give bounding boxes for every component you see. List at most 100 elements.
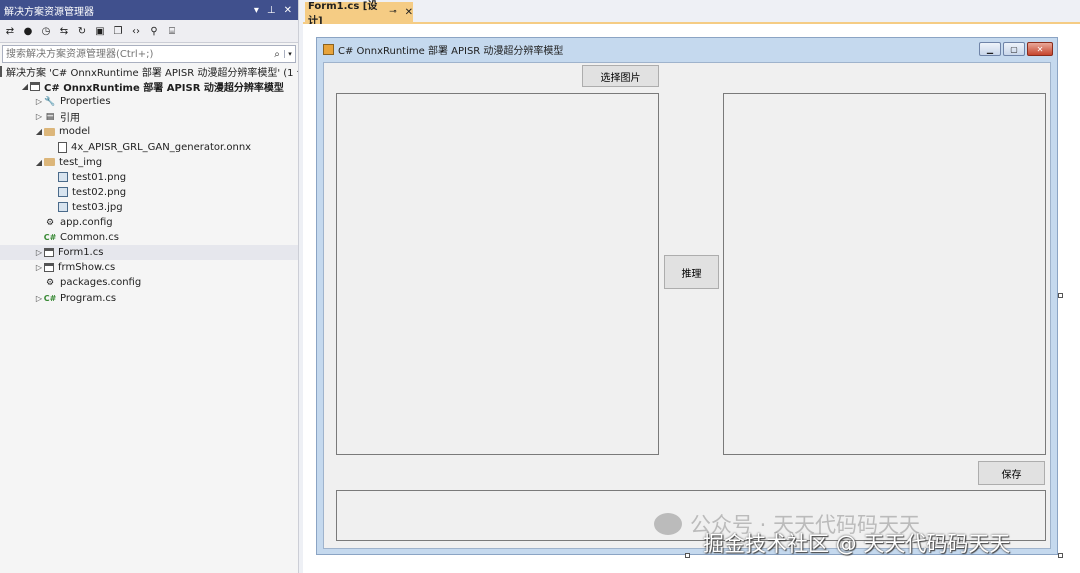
properties-icon[interactable]: ⚲ bbox=[148, 25, 160, 37]
image-icon bbox=[58, 187, 68, 198]
tree-item[interactable]: ⚙ packages.config bbox=[0, 275, 298, 290]
tab-label: Form1.cs [设计] bbox=[308, 1, 378, 27]
tree-item-label: Program.cs bbox=[60, 292, 117, 304]
tree-item-label: frmShow.cs bbox=[58, 262, 116, 274]
close-icon[interactable]: ✕ bbox=[1027, 42, 1053, 56]
solution-search-box[interactable]: ⌕ ▾ bbox=[2, 45, 296, 63]
tree-item[interactable]: ▷ 🔧 Properties bbox=[0, 94, 298, 109]
panel-close-icon[interactable]: ✕ bbox=[284, 5, 292, 16]
form-icon bbox=[44, 263, 54, 273]
tree-item[interactable]: test03.jpg bbox=[0, 200, 298, 215]
project-icon bbox=[30, 82, 40, 92]
history-icon[interactable]: ◷ bbox=[40, 25, 52, 37]
tab-pin-icon[interactable]: ⊸ bbox=[389, 7, 397, 17]
form-window-buttons: ▁ ▢ ✕ bbox=[979, 42, 1053, 56]
form-title: C# OnnxRuntime 部署 APISR 动漫超分辨率模型 bbox=[338, 45, 564, 57]
tree-item[interactable]: ⚙ app.config bbox=[0, 215, 298, 230]
tree-item[interactable]: ▷ frmShow.cs bbox=[0, 260, 298, 275]
image-icon bbox=[58, 172, 68, 183]
tree-item-label: test_img bbox=[59, 156, 103, 168]
watermark-juejin: 掘金技术社区 @ 天天代码码天天 bbox=[703, 532, 1011, 556]
document-tab-bar: Form1.cs [设计] ⊸ ✕ bbox=[303, 0, 1080, 27]
tree-item[interactable]: test02.png bbox=[0, 185, 298, 200]
config-icon: ⚙ bbox=[45, 217, 55, 228]
wechat-icon bbox=[654, 513, 682, 535]
tree-item[interactable]: C# Common.cs bbox=[0, 230, 298, 245]
switch-views-icon[interactable]: ⇄ bbox=[4, 25, 16, 37]
tree-item[interactable]: 4x_APISR_GRL_GAN_generator.onnx bbox=[0, 140, 298, 155]
tree-item-label: Form1.cs bbox=[58, 247, 104, 259]
infer-button[interactable]: 推理 bbox=[664, 255, 719, 289]
tree-item-label: app.config bbox=[60, 217, 113, 228]
designer-surface: C# OnnxRuntime 部署 APISR 动漫超分辨率模型 ▁ ▢ ✕ 选… bbox=[303, 24, 1080, 573]
search-options-dropdown-icon[interactable]: ▾ bbox=[284, 50, 295, 58]
tree-item[interactable]: ◢ model bbox=[0, 124, 298, 139]
resize-handle-corner[interactable] bbox=[1058, 553, 1063, 558]
save-button[interactable]: 保存 bbox=[978, 461, 1045, 485]
solution-explorer-titlebar: 解决方案资源管理器 ▾ ⊥ ✕ bbox=[0, 0, 298, 20]
expander-icon[interactable]: ▷ bbox=[34, 97, 44, 106]
tree-item-label: test02.png bbox=[72, 186, 127, 198]
tree-item-label: packages.config bbox=[60, 277, 142, 289]
solution-explorer-title: 解决方案资源管理器 bbox=[4, 6, 94, 18]
tree-item-label: 解决方案 'C# OnnxRuntime 部署 APISR 动漫超分辨率模型' … bbox=[6, 68, 298, 79]
minimize-icon[interactable]: ▁ bbox=[979, 42, 1001, 56]
expander-icon[interactable]: ▷ bbox=[34, 294, 44, 303]
solution-search-input[interactable] bbox=[3, 47, 270, 61]
panel-dropdown-icon[interactable]: ▾ bbox=[254, 5, 259, 16]
refresh-icon[interactable]: ↻ bbox=[76, 25, 88, 37]
input-picturebox[interactable] bbox=[336, 93, 659, 455]
tree-item[interactable]: 解决方案 'C# OnnxRuntime 部署 APISR 动漫超分辨率模型' … bbox=[0, 64, 298, 79]
tree-item-label: C# OnnxRuntime 部署 APISR 动漫超分辨率模型 bbox=[44, 83, 284, 95]
solution-explorer-toolbar: ⇄ ● ◷ ⇆ ↻ ▣ ❐ ‹› ⚲ ⌸ bbox=[0, 20, 298, 43]
solution-explorer-panel: 解决方案资源管理器 ▾ ⊥ ✕ ⇄ ● ◷ ⇆ ↻ ▣ ❐ ‹› ⚲ ⌸ ⌕ ▾… bbox=[0, 0, 299, 573]
tree-item[interactable]: test01.png bbox=[0, 170, 298, 185]
search-icon[interactable]: ⌕ bbox=[270, 49, 284, 60]
preview-icon[interactable]: ⌸ bbox=[166, 25, 178, 37]
csharp-icon: C# bbox=[43, 233, 57, 243]
solution-icon bbox=[0, 66, 2, 77]
folder-icon bbox=[44, 127, 55, 136]
designed-form-window[interactable]: C# OnnxRuntime 部署 APISR 动漫超分辨率模型 ▁ ▢ ✕ 选… bbox=[316, 37, 1058, 555]
tree-item[interactable]: ▷ C# Program.cs bbox=[0, 291, 298, 306]
show-all-files-icon[interactable]: ❐ bbox=[112, 25, 124, 37]
home-icon[interactable]: ● bbox=[22, 25, 34, 37]
tree-item[interactable]: ◢ C# OnnxRuntime 部署 APISR 动漫超分辨率模型 bbox=[0, 79, 298, 94]
csharp-icon: C# bbox=[43, 293, 57, 303]
expander-icon[interactable]: ▷ bbox=[34, 263, 44, 272]
tree-item-label: 引用 bbox=[60, 113, 80, 125]
form-client-area: 选择图片 推理 保存 bbox=[323, 62, 1051, 549]
tree-item[interactable]: ◢ test_img bbox=[0, 155, 298, 170]
select-image-button[interactable]: 选择图片 bbox=[582, 65, 659, 87]
tab-close-icon[interactable]: ✕ bbox=[405, 7, 413, 18]
folder-icon bbox=[44, 158, 55, 167]
tree-item-label: Properties bbox=[60, 96, 111, 108]
form-app-icon bbox=[323, 43, 334, 55]
panel-pin-icon[interactable]: ⊥ bbox=[267, 5, 276, 16]
maximize-icon[interactable]: ▢ bbox=[1003, 42, 1025, 56]
expander-icon[interactable]: ◢ bbox=[20, 82, 30, 91]
document-area: Form1.cs [设计] ⊸ ✕ C# OnnxRuntime 部署 APIS… bbox=[303, 0, 1080, 573]
file-icon bbox=[58, 141, 67, 153]
form-icon bbox=[44, 248, 54, 258]
resize-handle-bottom[interactable] bbox=[685, 553, 690, 558]
expander-icon[interactable]: ▷ bbox=[34, 248, 44, 257]
sync-icon[interactable]: ⇆ bbox=[58, 25, 70, 37]
tree-item[interactable]: ▷ ▤ 引用 bbox=[0, 109, 298, 125]
tree-item-label: test01.png bbox=[72, 171, 127, 183]
expander-icon[interactable]: ◢ bbox=[34, 158, 44, 167]
output-picturebox[interactable] bbox=[723, 93, 1046, 455]
wrench-icon: 🔧 bbox=[44, 96, 56, 107]
tree-item[interactable]: ▷ Form1.cs bbox=[0, 245, 298, 261]
tree-item-label: test03.jpg bbox=[72, 201, 123, 213]
references-icon: ▤ bbox=[45, 111, 55, 122]
expander-icon[interactable]: ▷ bbox=[34, 112, 44, 121]
expander-icon[interactable]: ◢ bbox=[34, 127, 44, 136]
resize-handle-right[interactable] bbox=[1058, 293, 1063, 298]
tree-item-label: Common.cs bbox=[60, 232, 119, 244]
tree-item-label: 4x_APISR_GRL_GAN_generator.onnx bbox=[71, 141, 252, 153]
collapse-all-icon[interactable]: ▣ bbox=[94, 25, 106, 37]
view-code-icon[interactable]: ‹› bbox=[130, 25, 142, 37]
tab-form1-design[interactable]: Form1.cs [设计] ⊸ ✕ bbox=[305, 1, 413, 27]
config-icon: ⚙ bbox=[45, 277, 55, 288]
